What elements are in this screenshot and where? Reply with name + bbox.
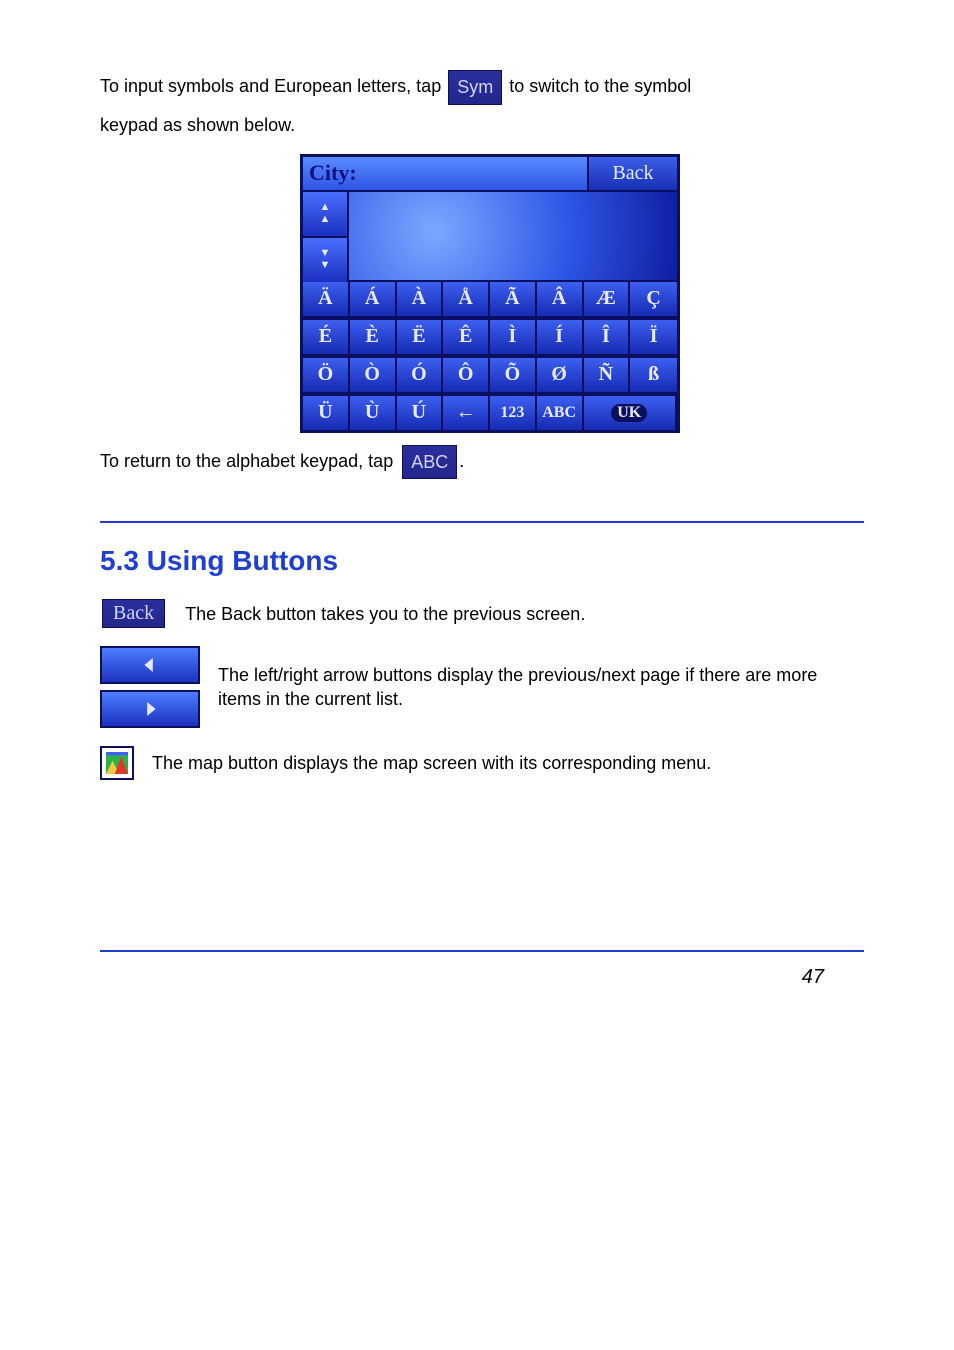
intro-text-3b: . bbox=[459, 451, 464, 471]
key[interactable]: Ä bbox=[303, 282, 350, 318]
key[interactable]: Ì bbox=[490, 320, 537, 356]
key[interactable]: È bbox=[350, 320, 397, 356]
numeric-mode-key[interactable]: 123 bbox=[490, 396, 537, 432]
key[interactable]: ß bbox=[630, 358, 677, 394]
language-key[interactable]: UK bbox=[584, 396, 678, 432]
keypad-row-4: Ü Ù Ú ← 123 ABC UK bbox=[303, 394, 677, 430]
key[interactable]: Ó bbox=[397, 358, 444, 394]
intro-text-1b: to switch to the symbol bbox=[509, 76, 691, 96]
key[interactable]: Ã bbox=[490, 282, 537, 318]
back-button-description: The Back button takes you to the previou… bbox=[185, 602, 864, 626]
map-button-description: The map button displays the map screen w… bbox=[152, 751, 864, 775]
map-button-example[interactable] bbox=[100, 746, 134, 780]
page-next-button[interactable] bbox=[100, 690, 200, 728]
keypad-row-2: É È Ë Ê Ì Í Î Ï bbox=[303, 318, 677, 356]
key[interactable]: Ê bbox=[443, 320, 490, 356]
key[interactable]: Õ bbox=[490, 358, 537, 394]
key[interactable]: Æ bbox=[584, 282, 631, 318]
arrow-right-icon bbox=[143, 702, 157, 716]
sym-button[interactable]: Sym bbox=[448, 70, 502, 105]
key[interactable]: Î bbox=[584, 320, 631, 356]
intro-text-2: keypad as shown below. bbox=[100, 115, 295, 135]
language-key-label: UK bbox=[611, 404, 647, 422]
page-arrows-description: The left/right arrow buttons display the… bbox=[218, 663, 864, 712]
intro-text-3a: To return to the alphabet keypad, tap bbox=[100, 451, 393, 471]
key[interactable]: Ô bbox=[443, 358, 490, 394]
key[interactable]: Í bbox=[537, 320, 584, 356]
keypad-row-1: Ä Á À Å Ã Â Æ Ç bbox=[303, 280, 677, 318]
intro-text-1a: To input symbols and European letters, t… bbox=[100, 76, 441, 96]
section-heading: 5.3 Using Buttons bbox=[100, 545, 864, 577]
key[interactable]: Ñ bbox=[584, 358, 631, 394]
abc-button[interactable]: ABC bbox=[402, 445, 457, 480]
key[interactable]: Á bbox=[350, 282, 397, 318]
key[interactable]: Ç bbox=[630, 282, 677, 318]
keypad-back-button[interactable]: Back bbox=[587, 157, 677, 190]
key[interactable]: É bbox=[303, 320, 350, 356]
key[interactable]: Ü bbox=[303, 396, 350, 432]
map-icon bbox=[106, 752, 128, 774]
alpha-mode-key[interactable]: ABC bbox=[537, 396, 584, 432]
key[interactable]: Å bbox=[443, 282, 490, 318]
page-prev-button[interactable] bbox=[100, 646, 200, 684]
page-number: 47 bbox=[100, 960, 864, 989]
scroll-down-icon[interactable]: ▼ ▼ bbox=[303, 238, 347, 282]
key[interactable]: Ú bbox=[397, 396, 444, 432]
keypad-row-3: Ö Ò Ó Ô Õ Ø Ñ ß bbox=[303, 356, 677, 394]
back-button-example[interactable]: Back bbox=[102, 599, 165, 628]
scroll-up-icon[interactable]: ▲ ▲ bbox=[303, 192, 347, 238]
arrow-left-icon bbox=[143, 658, 157, 672]
key[interactable]: Ò bbox=[350, 358, 397, 394]
backspace-key[interactable]: ← bbox=[443, 396, 490, 432]
key[interactable]: Ï bbox=[630, 320, 677, 356]
section-divider bbox=[100, 521, 864, 523]
footer-divider bbox=[100, 950, 864, 952]
scroll-arrows[interactable]: ▲ ▲ ▼ ▼ bbox=[303, 192, 349, 282]
key[interactable]: À bbox=[397, 282, 444, 318]
key[interactable]: Ù bbox=[350, 396, 397, 432]
key[interactable]: Ø bbox=[537, 358, 584, 394]
key[interactable]: Ö bbox=[303, 358, 350, 394]
key[interactable]: Â bbox=[537, 282, 584, 318]
keypad-title: City: bbox=[303, 157, 587, 190]
key[interactable]: Ë bbox=[397, 320, 444, 356]
symbol-keypad-screenshot: City: Back ▲ ▲ ▼ ▼ bbox=[300, 154, 680, 433]
